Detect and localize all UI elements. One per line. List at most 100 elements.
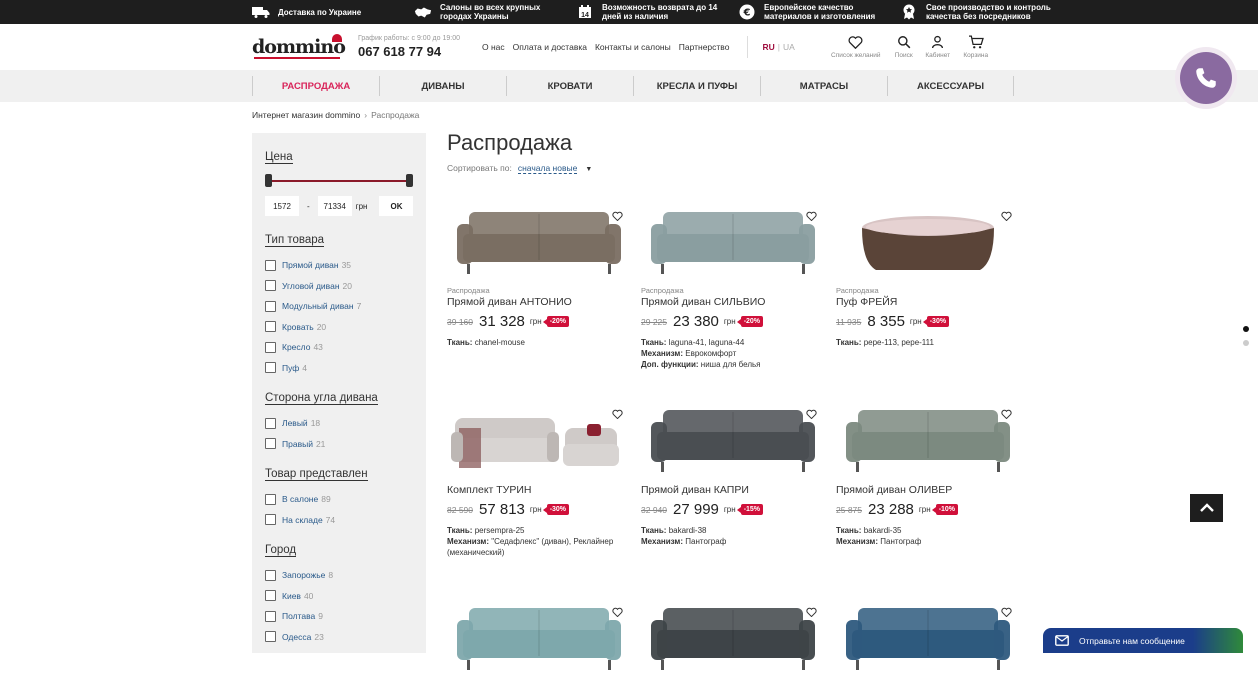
- checkbox[interactable]: [265, 610, 276, 622]
- product-image-wrap[interactable]: [836, 200, 1016, 282]
- filter-option[interactable]: Кресло 43: [265, 337, 426, 358]
- product-image[interactable]: [836, 398, 1016, 480]
- pagination-dot-2[interactable]: [1243, 340, 1249, 346]
- product-image[interactable]: [447, 398, 627, 480]
- product-image-wrap[interactable]: [447, 200, 627, 282]
- category-beds[interactable]: КРОВАТИ: [506, 76, 633, 96]
- product-image-wrap[interactable]: [447, 596, 627, 678]
- price-max-input[interactable]: 71334: [317, 196, 352, 216]
- filter-option[interactable]: Левый 18: [265, 413, 426, 434]
- checkbox[interactable]: [265, 631, 276, 643]
- product-image-wrap[interactable]: [641, 398, 821, 480]
- checkbox[interactable]: [265, 259, 276, 271]
- product-image-wrap[interactable]: [641, 596, 821, 678]
- price-slider-max-handle[interactable]: [406, 174, 413, 187]
- checkbox[interactable]: [265, 438, 276, 450]
- nav-link-partnership[interactable]: Партнерство: [675, 42, 734, 52]
- breadcrumb-home[interactable]: Интернет магазин dommino: [252, 110, 360, 120]
- cart-button[interactable]: Корзина: [961, 35, 991, 59]
- product-name[interactable]: Пуф ФРЕЙЯ: [836, 296, 1016, 308]
- price-ok-button[interactable]: OK: [379, 196, 414, 216]
- heart-icon[interactable]: [1001, 604, 1012, 622]
- price-min-input[interactable]: 1572: [265, 196, 299, 216]
- product-card[interactable]: Распродажа Пуф ФРЕЙЯ 11 935 8 355 грн -30% Тка…: [836, 200, 1016, 348]
- heart-icon[interactable]: [806, 208, 817, 226]
- checkbox[interactable]: [265, 300, 276, 312]
- filter-option[interactable]: Правый 21: [265, 434, 426, 455]
- product-card[interactable]: [641, 596, 821, 678]
- heart-icon[interactable]: [1001, 208, 1012, 226]
- filter-option[interactable]: Угловой диван 20: [265, 276, 426, 297]
- callback-button[interactable]: [1175, 47, 1237, 109]
- logo[interactable]: dommino: [252, 34, 346, 60]
- product-card[interactable]: Распродажа Прямой диван АНТОНИО 39 160 31 3…: [447, 200, 627, 348]
- sort-select[interactable]: сначала новые: [517, 163, 578, 174]
- product-name[interactable]: Прямой диван ОЛИВЕР: [836, 484, 1016, 496]
- product-image-wrap[interactable]: [836, 596, 1016, 678]
- checkbox[interactable]: [265, 417, 276, 429]
- category-mattresses[interactable]: МАТРАСЫ: [760, 76, 887, 96]
- product-card[interactable]: Прямой диван ОЛИВЕР 25 875 23 288 грн -10% Тк…: [836, 398, 1016, 547]
- product-image[interactable]: [447, 596, 627, 678]
- price-slider[interactable]: [265, 174, 413, 188]
- product-image-wrap[interactable]: [836, 398, 1016, 480]
- category-sofas[interactable]: ДИВАНЫ: [379, 76, 506, 96]
- heart-icon[interactable]: [806, 406, 817, 424]
- product-image[interactable]: [641, 398, 821, 480]
- filter-option[interactable]: Кровать 20: [265, 317, 426, 338]
- product-card[interactable]: Распродажа Прямой диван СИЛЬВИО 29 225 23 3…: [641, 200, 821, 370]
- heart-icon[interactable]: [612, 604, 623, 622]
- product-name[interactable]: Комплект ТУРИН: [447, 484, 627, 496]
- category-accessories[interactable]: АКСЕССУАРЫ: [887, 76, 1014, 96]
- heart-icon[interactable]: [806, 604, 817, 622]
- checkbox[interactable]: [265, 341, 276, 353]
- product-image[interactable]: [641, 200, 821, 282]
- product-card[interactable]: Прямой диван КАПРИ 32 940 27 999 грн -15% Тка…: [641, 398, 821, 547]
- nav-link-payment-delivery[interactable]: Оплата и доставка: [509, 42, 591, 52]
- product-name[interactable]: Прямой диван КАПРИ: [641, 484, 821, 496]
- pagination-dot-1[interactable]: [1243, 326, 1249, 332]
- heart-icon[interactable]: [612, 208, 623, 226]
- filter-option[interactable]: На складе 74: [265, 510, 426, 531]
- checkbox[interactable]: [265, 590, 276, 602]
- nav-link-about[interactable]: О нас: [478, 42, 509, 52]
- filter-option[interactable]: Полтава 9: [265, 606, 426, 627]
- send-message-button[interactable]: Отправьте нам сообщение: [1043, 628, 1243, 653]
- filter-option[interactable]: Прямой диван 35: [265, 255, 426, 276]
- checkbox[interactable]: [265, 569, 276, 581]
- phone-number[interactable]: 067 618 77 94: [358, 44, 478, 59]
- checkbox[interactable]: [265, 321, 276, 333]
- lang-ru[interactable]: RU: [762, 42, 774, 52]
- caret-down-icon[interactable]: ▼: [585, 166, 592, 173]
- filter-option[interactable]: Одесса 23: [265, 627, 426, 648]
- cabinet-button[interactable]: Кабинет: [923, 35, 953, 59]
- filter-option[interactable]: Модульный диван 7: [265, 296, 426, 317]
- heart-icon[interactable]: [1001, 406, 1012, 424]
- product-image[interactable]: [836, 596, 1016, 678]
- checkbox[interactable]: [265, 514, 276, 526]
- checkbox[interactable]: [265, 280, 276, 292]
- lang-ua[interactable]: UA: [783, 42, 795, 52]
- filter-option[interactable]: Киев 40: [265, 586, 426, 607]
- checkbox[interactable]: [265, 362, 276, 374]
- heart-icon[interactable]: [612, 406, 623, 424]
- nav-link-contacts[interactable]: Контакты и салоны: [591, 42, 675, 52]
- filter-option[interactable]: Запорожье 8: [265, 565, 426, 586]
- product-image[interactable]: [447, 200, 627, 282]
- filter-option[interactable]: Пуф 4: [265, 358, 426, 379]
- product-image-wrap[interactable]: [447, 398, 627, 480]
- product-card[interactable]: [836, 596, 1016, 678]
- product-card[interactable]: [447, 596, 627, 678]
- product-card[interactable]: Комплект ТУРИН 82 590 57 813 грн -30% Ткань: …: [447, 398, 627, 558]
- scroll-to-top-button[interactable]: [1190, 494, 1223, 522]
- wishlist-button[interactable]: Список желаний: [827, 35, 885, 59]
- product-image-wrap[interactable]: [641, 200, 821, 282]
- product-name[interactable]: Прямой диван СИЛЬВИО: [641, 296, 821, 308]
- category-armchairs[interactable]: КРЕСЛА И ПУФЫ: [633, 76, 760, 96]
- product-image[interactable]: [641, 596, 821, 678]
- category-sale[interactable]: РАСПРОДАЖА: [252, 76, 379, 96]
- checkbox[interactable]: [265, 493, 276, 505]
- price-slider-min-handle[interactable]: [265, 174, 272, 187]
- filter-option[interactable]: В салоне 89: [265, 489, 426, 510]
- product-image[interactable]: [836, 200, 1016, 282]
